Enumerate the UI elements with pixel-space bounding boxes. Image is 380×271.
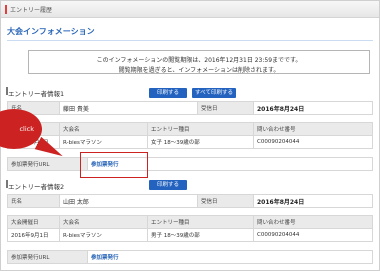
- table-row: 2016年9月1日 R-biesマラソン 男子 18〜39歳の部 C000902…: [7, 228, 373, 242]
- entrant-2-print-button[interactable]: 印刷する: [149, 180, 187, 190]
- cell-event-date: 2016年9月1日: [7, 228, 60, 242]
- entrant-1-heading: エントリー者情報1: [5, 87, 65, 98]
- col-inquiry-number: 問い合わせ番号: [253, 215, 373, 229]
- section-title: 大会インフォメーション: [7, 27, 95, 36]
- entrant-1-print-all-button[interactable]: すべて印刷する: [192, 88, 236, 98]
- cell-entry-type: 男子 18〜39歳の部: [147, 228, 254, 242]
- notice-line-1: このインフォメーションの閲覧期限は、2016年12月31日 23:59までです。: [96, 57, 302, 64]
- entrant-2-url-link[interactable]: 参加票発行: [91, 255, 119, 261]
- table-header-row: 大会開催日 大会名 エントリー種目 問い合わせ番号: [7, 215, 373, 229]
- entrant-2-heading: エントリー者情報2: [5, 180, 65, 191]
- click-highlight-box: [80, 152, 148, 178]
- section-divider: [7, 40, 373, 41]
- table-row: 2016年9月1日 R-biesマラソン 女子 18〜39歳の部 C000902…: [7, 135, 373, 149]
- entrant-2-name: 山田 太郎: [59, 194, 198, 208]
- entrant-1-url-table: 参加票発行URL 参加票発行: [7, 157, 373, 171]
- cell-inquiry-number: C00090204044: [253, 228, 373, 242]
- col-entry-type: エントリー種目: [147, 122, 254, 136]
- cell-event-name: R-biesマラソン: [59, 228, 148, 242]
- col-event-date: 大会開催日: [7, 215, 60, 229]
- col-inquiry-number: 問い合わせ番号: [253, 122, 373, 136]
- entrant-1-detail-table: 大会開催日 大会名 エントリー種目 問い合わせ番号 2016年9月1日 R-bi…: [7, 122, 373, 149]
- entrant-1-print-button[interactable]: 印刷する: [149, 88, 187, 98]
- notice-box: このインフォメーションの閲覧期限は、2016年12月31日 23:59までです。…: [28, 50, 370, 74]
- window-title: エントリー履歴: [10, 7, 53, 14]
- url-label: 参加票発行URL: [7, 157, 88, 171]
- cell-event-name: R-biesマラソン: [59, 135, 148, 149]
- cell-entry-type: 女子 18〜39歳の部: [147, 135, 254, 149]
- entrant-1-date: 2016年8月24日: [253, 101, 373, 115]
- entrant-1-name: 藤田 貴美: [59, 101, 198, 115]
- entrant-1-name-table: 氏名 藤田 貴美 受信日 2016年8月24日: [7, 101, 373, 115]
- entrant-2-url-table: 参加票発行URL 参加票発行: [7, 250, 373, 264]
- col-event-name: 大会名: [59, 215, 148, 229]
- entrant-2-name-table: 氏名 山田 太郎 受信日 2016年8月24日: [7, 194, 373, 208]
- col-event-name: 大会名: [59, 122, 148, 136]
- col-entry-type: エントリー種目: [147, 215, 254, 229]
- name-label: 氏名: [7, 194, 60, 208]
- window-header: エントリー履歴: [1, 1, 379, 18]
- date-label: 受信日: [197, 101, 254, 115]
- notice-line-2: 閲覧期限を過ぎると、インフォメーションは削除されます。: [118, 67, 280, 74]
- entrant-2-detail-table: 大会開催日 大会名 エントリー種目 問い合わせ番号 2016年9月1日 R-bi…: [7, 215, 373, 242]
- header-marker: [5, 5, 7, 14]
- date-label: 受信日: [197, 194, 254, 208]
- url-label: 参加票発行URL: [7, 250, 88, 264]
- entrant-2-date: 2016年8月24日: [253, 194, 373, 208]
- cell-inquiry-number: C00090204044: [253, 135, 373, 149]
- table-header-row: 大会開催日 大会名 エントリー種目 問い合わせ番号: [7, 122, 373, 136]
